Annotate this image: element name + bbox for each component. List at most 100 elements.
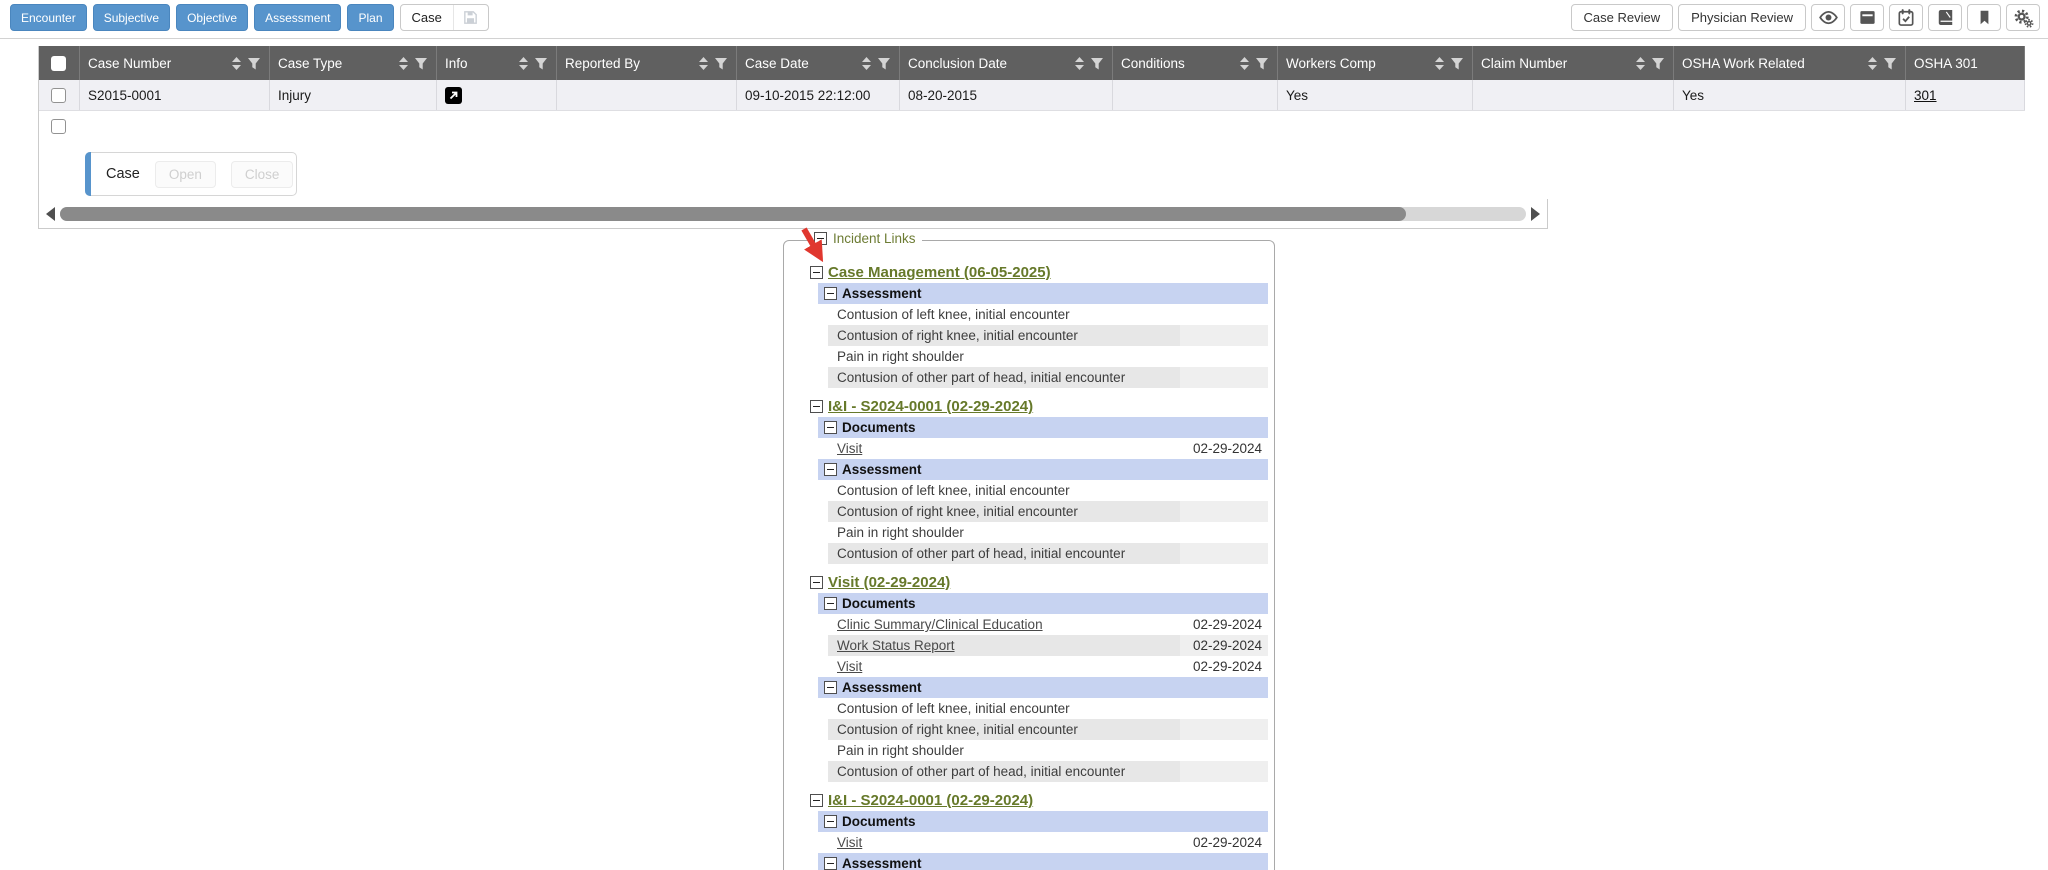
section-link-i-i-s2024-0001-02-29-2024[interactable]: I&I - S2024-0001 (02-29-2024) [828, 398, 1033, 415]
sort-icon[interactable] [698, 56, 709, 71]
column-header-case-number[interactable]: Case Number [80, 46, 270, 80]
filter-icon[interactable] [1450, 57, 1464, 70]
column-header-osha-301: OSHA 301 [1906, 46, 2025, 80]
scrollbar-track[interactable] [60, 207, 1526, 221]
collapse-minus-icon[interactable] [810, 794, 823, 807]
scroll-left-arrow-icon[interactable] [46, 207, 55, 221]
tree-item: Contusion of right knee, initial encount… [828, 325, 1268, 346]
collapse-minus-icon[interactable] [824, 287, 837, 300]
filter-icon[interactable] [1883, 57, 1897, 70]
tree-group-assessment: Assessment [818, 853, 1268, 870]
collapse-minus-icon[interactable] [824, 857, 837, 870]
toolbar-button-plan[interactable]: Plan [347, 4, 393, 31]
section-link-i-i-s2024-0001-02-29-2024[interactable]: I&I - S2024-0001 (02-29-2024) [828, 792, 1033, 809]
eye-icon[interactable] [1811, 4, 1845, 31]
tree-item: Work Status Report02-29-2024 [828, 635, 1268, 656]
tree-item-name: Clinic Summary/Clinical Education [828, 614, 1180, 635]
close-button[interactable]: Close [231, 161, 294, 188]
column-header-claim-number[interactable]: Claim Number [1473, 46, 1674, 80]
osha-301-link[interactable]: 301 [1914, 88, 1937, 103]
row-checkbox[interactable] [51, 88, 66, 103]
table-empty-row [38, 111, 2025, 142]
incident-links-legend-label: Incident Links [833, 231, 916, 246]
section-link-visit-02-29-2024[interactable]: Visit (02-29-2024) [828, 574, 950, 591]
filter-icon[interactable] [247, 57, 261, 70]
archive-icon[interactable] [1850, 4, 1884, 31]
column-header-conclusion-date[interactable]: Conclusion Date [900, 46, 1113, 80]
save-icon[interactable] [454, 9, 488, 26]
section-link-case-management-06-05-2025[interactable]: Case Management (06-05-2025) [828, 264, 1051, 281]
physician-review-button[interactable]: Physician Review [1678, 4, 1806, 31]
column-header-case-type[interactable]: Case Type [270, 46, 437, 80]
scrollbar-thumb[interactable] [60, 207, 1406, 221]
book-icon[interactable] [1928, 4, 1962, 31]
sort-icon[interactable] [1239, 56, 1250, 71]
collapse-minus-icon[interactable] [810, 576, 823, 589]
collapse-minus-icon[interactable] [824, 463, 837, 476]
sort-icon[interactable] [1074, 56, 1085, 71]
open-button[interactable]: Open [155, 161, 216, 188]
filter-icon[interactable] [1255, 57, 1269, 70]
toolbar-button-encounter[interactable]: Encounter [10, 4, 87, 31]
filter-icon[interactable] [714, 57, 728, 70]
calendar-check-icon[interactable] [1889, 4, 1923, 31]
group-label: Assessment [842, 462, 922, 477]
sort-icon[interactable] [398, 56, 409, 71]
filter-icon[interactable] [414, 57, 428, 70]
column-label: Case Number [88, 56, 227, 71]
collapse-minus-icon[interactable] [824, 597, 837, 610]
collapse-minus-icon[interactable] [810, 400, 823, 413]
collapse-minus-icon[interactable] [824, 815, 837, 828]
filter-icon[interactable] [534, 57, 548, 70]
tree-item-date [1180, 480, 1268, 501]
info-link-icon[interactable] [445, 87, 462, 104]
row2-checkbox[interactable] [51, 119, 66, 134]
table-frame-left-border [38, 46, 39, 199]
sort-icon[interactable] [861, 56, 872, 71]
group-label: Assessment [842, 286, 922, 301]
gears-icon[interactable] [2006, 4, 2040, 31]
sort-icon[interactable] [1635, 56, 1646, 71]
scroll-right-arrow-icon[interactable] [1531, 207, 1540, 221]
tab-case[interactable]: Case [400, 4, 489, 31]
tree-item: Visit02-29-2024 [828, 438, 1268, 459]
tab-case-label: Case [412, 10, 442, 25]
group-label: Assessment [842, 856, 922, 870]
incident-links-tree: Case Management (06-05-2025) Assessment Co… [810, 254, 1268, 870]
toolbar-button-subjective[interactable]: Subjective [93, 4, 170, 31]
filter-icon[interactable] [1651, 57, 1665, 70]
case-review-button[interactable]: Case Review [1571, 4, 1674, 31]
column-header-osha-work-related[interactable]: OSHA Work Related [1674, 46, 1906, 80]
document-link-clinic-summary-clinical-education[interactable]: Clinic Summary/Clinical Education [837, 617, 1043, 632]
column-header-conditions[interactable]: Conditions [1113, 46, 1278, 80]
collapse-minus-icon[interactable] [824, 681, 837, 694]
column-header-reported-by[interactable]: Reported By [557, 46, 737, 80]
document-link-work-status-report[interactable]: Work Status Report [837, 638, 955, 653]
collapse-minus-icon[interactable] [824, 421, 837, 434]
filter-icon[interactable] [1090, 57, 1104, 70]
column-icons [1074, 56, 1104, 71]
toolbar-divider [0, 38, 2048, 39]
column-header-info[interactable]: Info [437, 46, 557, 80]
tree-section: Case Management (06-05-2025) [810, 254, 1268, 283]
document-link-visit[interactable]: Visit [837, 659, 862, 674]
column-header-case-date[interactable]: Case Date [737, 46, 900, 80]
column-header-workers-comp[interactable]: Workers Comp [1278, 46, 1473, 80]
document-link-visit[interactable]: Visit [837, 835, 862, 850]
sort-icon[interactable] [518, 56, 529, 71]
header-checkbox[interactable] [51, 56, 66, 71]
column-header-checkbox[interactable] [38, 46, 80, 80]
column-label: Conditions [1121, 56, 1235, 71]
sort-icon[interactable] [231, 56, 242, 71]
tree-item-name: Pain in right shoulder [828, 740, 1180, 761]
filter-icon[interactable] [877, 57, 891, 70]
toolbar-button-objective[interactable]: Objective [176, 4, 248, 31]
document-link-visit[interactable]: Visit [837, 441, 862, 456]
sort-icon[interactable] [1867, 56, 1878, 71]
toolbar-button-assessment[interactable]: Assessment [254, 4, 341, 31]
sort-icon[interactable] [1434, 56, 1445, 71]
tree-item: Visit02-29-2024 [828, 832, 1268, 853]
toolbar-right-buttons: Case Review Physician Review [1571, 4, 2040, 31]
column-icons [861, 56, 891, 71]
bookmark-icon[interactable] [1967, 4, 2001, 31]
